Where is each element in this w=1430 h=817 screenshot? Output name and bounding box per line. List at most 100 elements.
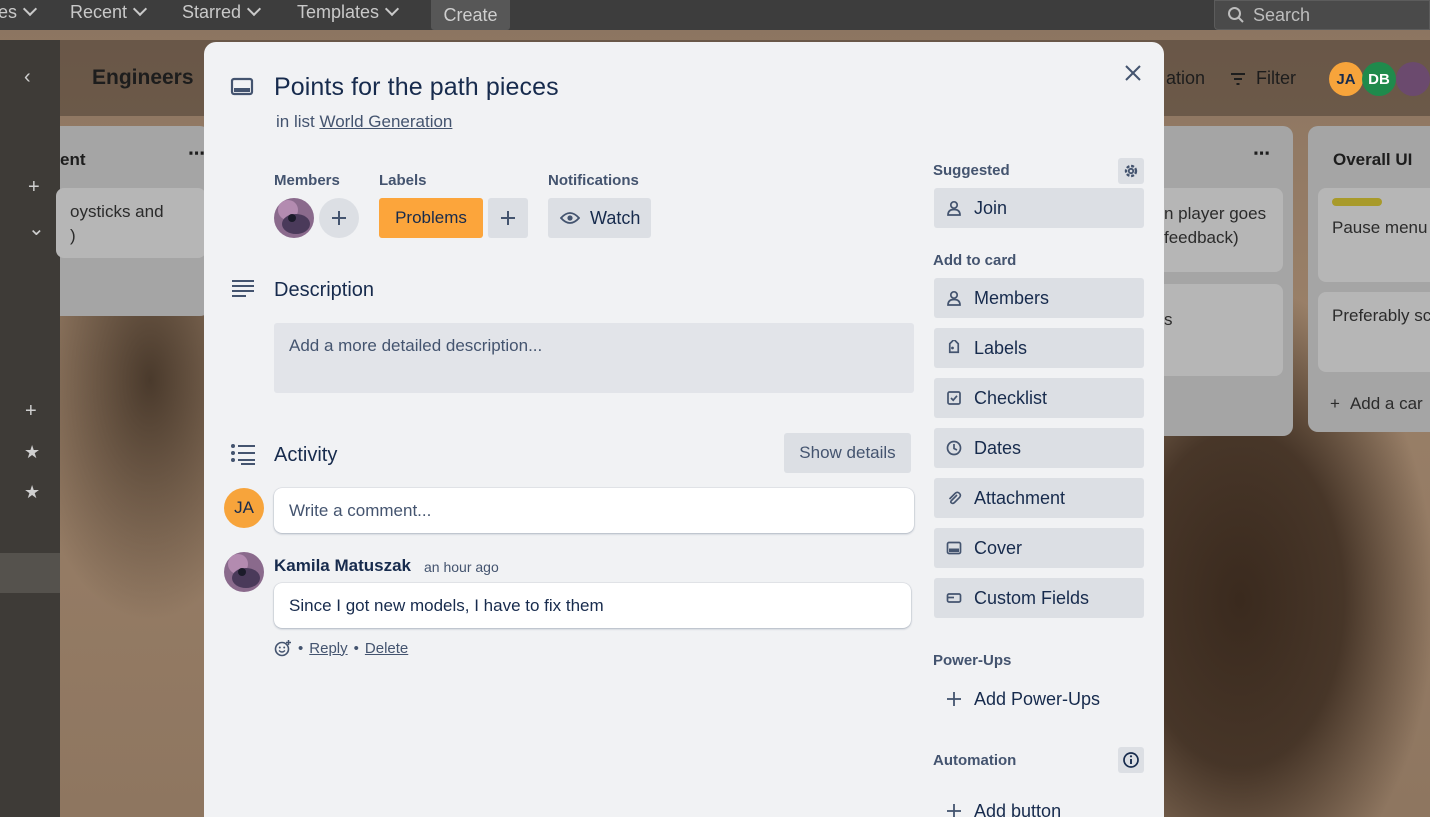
members-button[interactable]: Members [934,278,1144,318]
chevron-left-icon[interactable]: ‹ [24,66,31,89]
add-label-button[interactable] [488,198,528,238]
show-details-button[interactable]: Show details [784,433,911,473]
list-card[interactable]: oysticks and ) [56,188,206,258]
dates-button[interactable]: Dates [934,428,1144,468]
list-title[interactable]: Overall UI [1333,150,1412,170]
member-avatar[interactable]: DB [1362,62,1396,96]
join-button[interactable]: Join [934,188,1144,228]
watch-button[interactable]: Watch [548,198,651,238]
filter-label: Filter [1256,68,1296,88]
star-icon[interactable]: ★ [24,482,40,503]
more-icon[interactable]: ⋯ [1253,144,1270,164]
search-input[interactable]: Search [1214,0,1430,30]
automation-title: Automation [933,752,1017,769]
chevron-down-icon [385,4,399,18]
nav-recent[interactable]: Recent [70,2,147,23]
card-title[interactable]: Points for the path pieces [274,73,559,102]
cover-button[interactable]: Cover [934,528,1144,568]
chevron-down-icon [23,4,37,18]
comment-body: Since I got new models, I have to fix th… [274,583,911,628]
filter-button[interactable]: Filter [1230,68,1296,89]
separator: • [298,639,304,657]
powerups-title: Power-Ups [933,652,1012,669]
label-chip-problems[interactable]: Problems [379,198,483,238]
checklist-button[interactable]: Checklist [934,378,1144,418]
avatar[interactable]: JA [224,488,264,528]
labels-button-label: Labels [974,337,1028,358]
custom-fields-icon [946,593,962,603]
emoji-reaction-icon[interactable] [274,639,292,657]
notifications-label: Notifications [548,172,639,189]
avatar-image [274,198,314,238]
suggested-settings-button[interactable] [1118,158,1144,184]
add-member-button[interactable] [319,198,359,238]
list-card[interactable]: Pause menu [1318,188,1430,282]
add-button-button[interactable]: Add button [934,791,1144,817]
list-card[interactable]: Preferably sc [1318,292,1430,372]
clock-icon [946,440,962,456]
suggested-title: Suggested [933,162,1010,179]
list-card[interactable]: s [1150,284,1283,376]
avatar[interactable] [274,198,314,238]
card-label-strip [1332,198,1382,206]
nav-workspaces[interactable]: es [0,2,37,23]
labels-label: Labels [379,172,427,189]
list-column: ⋯ n player goes feedback) s [1150,126,1293,436]
avatar[interactable] [224,552,264,592]
close-icon [1125,65,1141,81]
custom-fields-button-label: Custom Fields [974,587,1090,608]
gear-icon [1124,164,1138,178]
add-card-label: Add a car [1349,394,1423,413]
list-column: ent ⋯ oysticks and ) [56,126,210,316]
automation-info-button[interactable] [1118,747,1144,773]
plus-icon[interactable]: + [28,176,40,199]
member-avatar[interactable] [1396,62,1430,96]
in-list-line: in list World Generation [276,112,452,132]
card-detail-modal: Points for the path pieces in list World… [204,42,1164,817]
reply-link[interactable]: Reply [309,640,347,657]
labels-button[interactable]: Labels [934,328,1144,368]
list-card[interactable]: n player goes feedback) [1150,188,1283,272]
paperclip-icon [948,491,962,505]
custom-fields-button[interactable]: Custom Fields [934,578,1144,618]
close-button[interactable] [1118,58,1148,88]
plus-icon [332,211,346,225]
plus-icon [501,211,515,225]
sidebar-active-item[interactable] [0,553,60,593]
nav-workspaces-label: es [0,2,18,22]
comment-actions: • Reply • Delete [274,639,408,657]
add-card-button[interactable]: + Add a car [1330,394,1423,414]
create-button[interactable]: Create [431,0,510,30]
description-input[interactable]: Add a more detailed description... [274,323,914,393]
chevron-down-icon[interactable]: ⌄ [28,216,45,241]
join-label: Join [974,197,1008,218]
comment-input[interactable]: Write a comment... [274,488,914,533]
board-title[interactable]: Engineers [92,66,194,90]
attachment-button[interactable]: Attachment [934,478,1144,518]
info-icon [1123,752,1139,768]
nav-starred[interactable]: Starred [182,2,261,23]
cover-icon [946,541,962,555]
checklist-icon [947,391,961,405]
comment-time[interactable]: an hour ago [424,559,499,575]
workspace-sidebar: ‹ + ⌄ + ★ ★ [0,40,60,817]
member-avatar[interactable]: JA [1329,62,1363,96]
automation-button[interactable]: ation [1166,68,1205,89]
more-icon[interactable]: ⋯ [188,144,205,164]
card-icon [230,77,254,96]
add-powerups-button[interactable]: Add Power-Ups [934,679,1144,719]
dates-button-label: Dates [974,437,1022,458]
members-label: Members [274,172,340,189]
list-title[interactable]: ent [60,150,86,170]
comment-author[interactable]: Kamila Matuszak [274,556,411,576]
star-icon[interactable]: ★ [24,442,40,463]
eye-icon [560,212,580,224]
activity-icon [231,444,255,465]
watch-label: Watch [590,207,641,228]
chevron-down-icon [247,4,261,18]
description-icon [232,280,254,297]
delete-link[interactable]: Delete [365,640,408,657]
nav-templates[interactable]: Templates [297,2,399,23]
list-name-link[interactable]: World Generation [319,112,452,131]
plus-icon[interactable]: + [25,400,37,423]
